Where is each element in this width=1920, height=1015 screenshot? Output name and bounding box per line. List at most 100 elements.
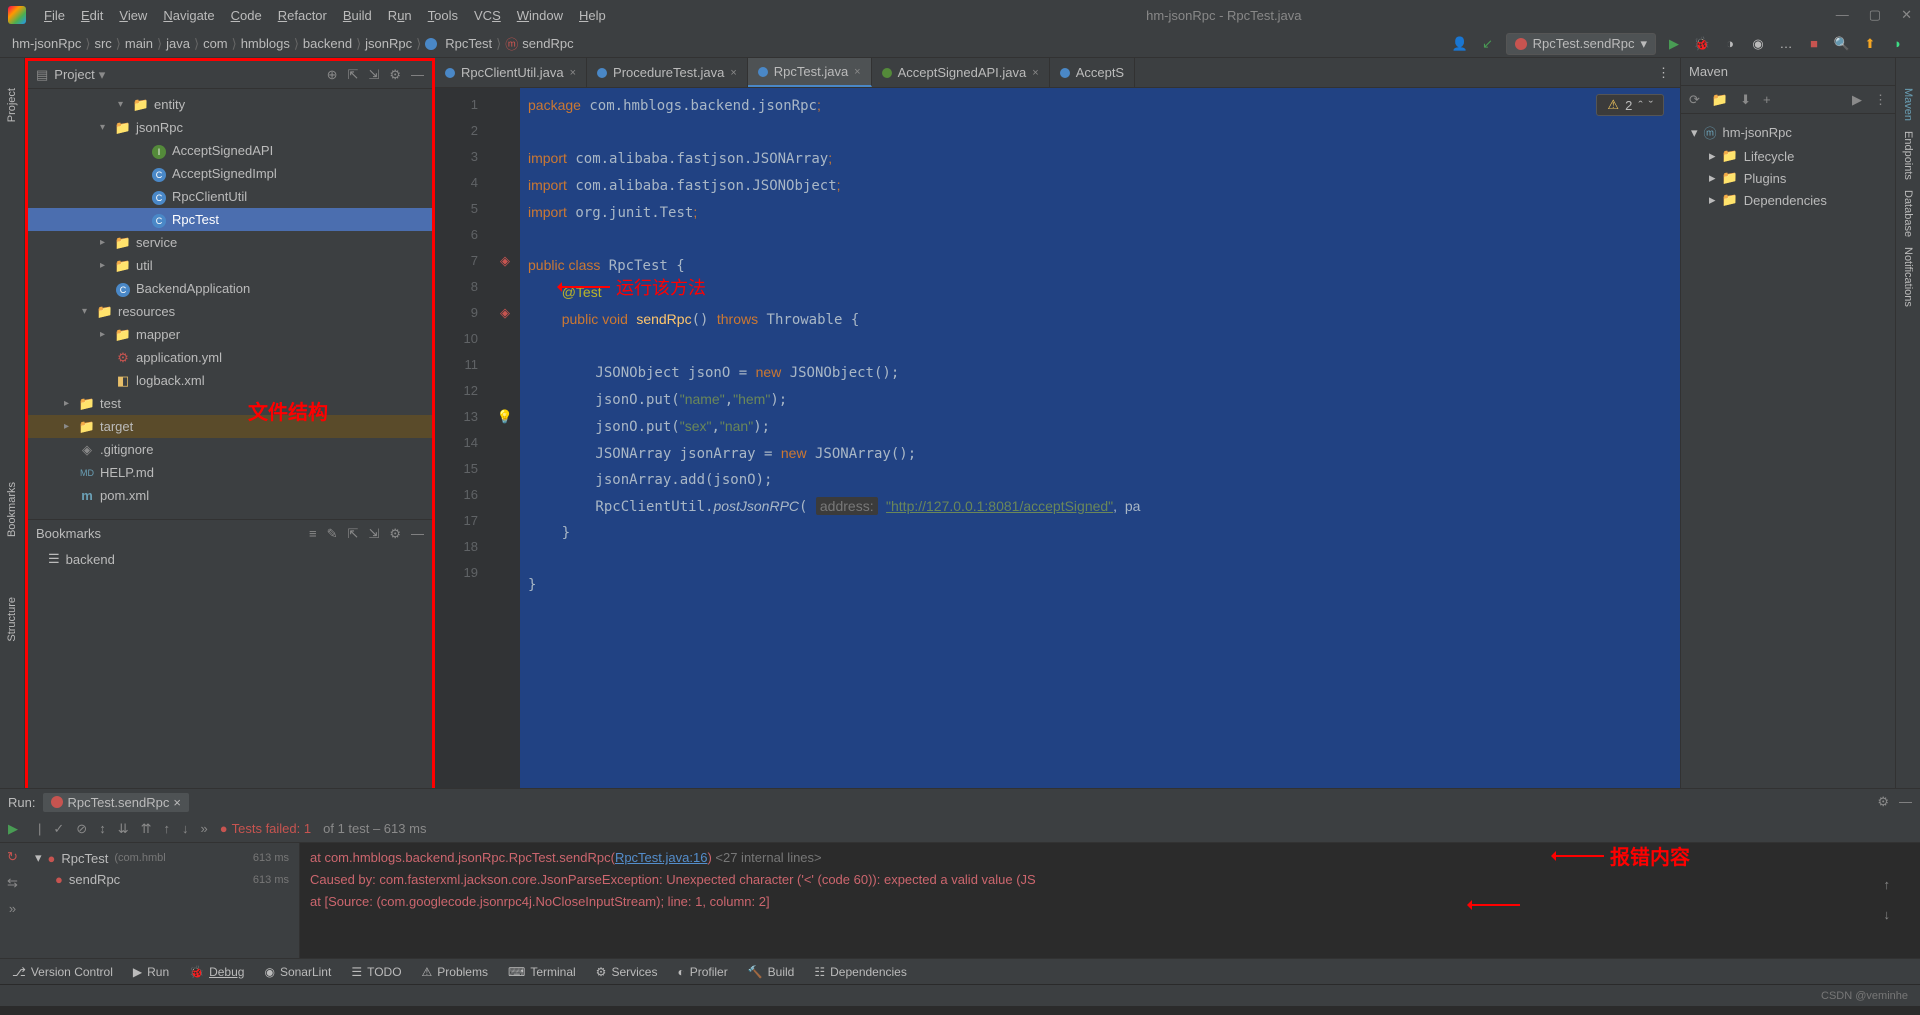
ide-update-icon[interactable]: ⬆	[1860, 34, 1880, 54]
run-method-icon[interactable]: ◈	[500, 305, 510, 321]
update-icon[interactable]: ↙	[1478, 34, 1498, 54]
profile-button[interactable]: ◉	[1748, 34, 1768, 54]
collapse-all-icon[interactable]: ⇲	[368, 67, 379, 83]
editor-tabs[interactable]: RpcClientUtil.java×ProcedureTest.java×Rp…	[435, 58, 1680, 88]
tree-item[interactable]: ◈.gitignore	[28, 438, 432, 461]
stripe-structure[interactable]: Structure	[6, 597, 18, 642]
menu-vcs[interactable]: VCS	[468, 6, 507, 25]
run-toolbar[interactable]: ▶ | ✓ ⊘ ↕ ⇊ ⇈ ↑ ↓ » ● Tests failed: 1 of…	[0, 815, 1920, 843]
expand-icon[interactable]: ⇱	[348, 526, 359, 542]
attach-button[interactable]: …	[1776, 34, 1796, 54]
add-icon[interactable]: +	[1763, 92, 1771, 107]
stripe-maven[interactable]: Maven	[1902, 88, 1914, 121]
show-ignored-icon[interactable]: ⊘	[76, 821, 87, 837]
editor-tab[interactable]: AcceptSignedAPI.java×	[872, 58, 1050, 87]
breadcrumb-item[interactable]: com	[203, 36, 228, 51]
menu-code[interactable]: Code	[225, 6, 268, 25]
select-opened-file-icon[interactable]: ⊕	[327, 67, 338, 83]
run-gutter[interactable]: ◈ ◈ 💡	[490, 88, 520, 788]
chevron-up-icon[interactable]: ˆ	[1638, 98, 1642, 113]
run-configuration-select[interactable]: RpcTest.sendRpc ▾	[1506, 33, 1656, 55]
scroll-up-icon[interactable]: ↑	[1884, 874, 1891, 896]
tree-item[interactable]: ▾📁jsonRpc	[28, 116, 432, 139]
tree-item[interactable]: mpom.xml	[28, 484, 432, 507]
close-icon[interactable]: ✕	[1901, 7, 1912, 23]
hide-icon[interactable]: —	[411, 526, 424, 542]
more-icon[interactable]: ⋮	[1874, 92, 1887, 108]
bulb-icon[interactable]: 💡	[497, 409, 513, 425]
more-tabs-icon[interactable]: ⋮	[1647, 65, 1680, 81]
reload-icon[interactable]: ⟳	[1689, 92, 1700, 108]
menu-file[interactable]: File	[38, 6, 71, 25]
bottom-tab-dependencies[interactable]: ☷Dependencies	[814, 965, 907, 979]
right-tool-stripe[interactable]: Maven Endpoints Database Notifications	[1895, 58, 1920, 788]
test-class-node[interactable]: ▾● RpcTest(com.hmbl 613 ms	[29, 847, 295, 869]
chevron-down-icon[interactable]: ˇ	[1649, 98, 1653, 113]
coverage-button[interactable]: ◑	[1720, 34, 1740, 54]
tree-item[interactable]: ⚙application.yml	[28, 346, 432, 369]
run-tab[interactable]: RpcTest.sendRpc ×	[43, 793, 188, 812]
stripe-bookmarks[interactable]: Bookmarks	[6, 482, 18, 537]
download-icon[interactable]: ⬇	[1740, 92, 1751, 108]
bottom-tab-version-control[interactable]: ⎇Version Control	[12, 965, 113, 979]
scroll-down-icon[interactable]: ↓	[1884, 904, 1891, 926]
code-editor[interactable]: 12345678910111213141516171819 ◈ ◈ 💡 pack…	[435, 88, 1680, 788]
pencil-icon[interactable]: ✎	[327, 526, 338, 542]
breadcrumb-item[interactable]: sendRpc	[522, 36, 573, 51]
gear-icon[interactable]: ⚙	[389, 67, 401, 83]
run-class-icon[interactable]: ◈	[500, 253, 510, 269]
bottom-tool-stripe[interactable]: ⎇Version Control▶Run🐞Debug◉SonarLint☰TOD…	[0, 958, 1920, 984]
debug-button[interactable]: 🐞	[1692, 34, 1712, 54]
stripe-endpoints[interactable]: Endpoints	[1902, 131, 1914, 180]
main-menu[interactable]: File Edit View Navigate Code Refactor Bu…	[38, 6, 612, 25]
sort-icon[interactable]: ↕	[99, 821, 106, 836]
tree-item[interactable]: ▸📁mapper	[28, 323, 432, 346]
run-left-toolbar[interactable]: ↻ ⇆ »	[0, 843, 25, 958]
breadcrumb-item[interactable]: backend	[303, 36, 352, 51]
inspection-widget[interactable]: ⚠ 2 ˆ ˇ	[1596, 94, 1664, 116]
menu-help[interactable]: Help	[573, 6, 612, 25]
bookmark-item[interactable]: ☰ backend	[28, 547, 432, 571]
menu-build[interactable]: Build	[337, 6, 378, 25]
stop-button[interactable]: ■	[1804, 34, 1824, 54]
tree-item[interactable]: ▾📁entity	[28, 93, 432, 116]
editor-tab[interactable]: RpcClientUtil.java×	[435, 58, 587, 87]
run-icon[interactable]: ▶	[1852, 92, 1862, 108]
tree-item[interactable]: ▸📁util	[28, 254, 432, 277]
menu-view[interactable]: View	[113, 6, 153, 25]
show-passed-icon[interactable]: ✓	[53, 821, 64, 837]
stripe-notifications[interactable]: Notifications	[1902, 247, 1914, 307]
bottom-tab-services[interactable]: ⚙Services	[596, 965, 658, 979]
maven-plugins[interactable]: ▸📁Plugins	[1687, 167, 1889, 189]
menu-tools[interactable]: Tools	[422, 6, 464, 25]
toggle-icon[interactable]: ⇆	[7, 875, 18, 891]
minimize-icon[interactable]: —	[1836, 7, 1849, 23]
maven-lifecycle[interactable]: ▸📁Lifecycle	[1687, 145, 1889, 167]
rerun-failed-icon[interactable]: ↻	[7, 849, 18, 865]
tree-item[interactable]: CAcceptSignedImpl	[28, 162, 432, 185]
editor-tab[interactable]: ProcedureTest.java×	[587, 58, 748, 87]
maven-toolbar[interactable]: ⟳ 📁 ⬇ + ▶ ⋮	[1681, 86, 1895, 114]
bottom-tab-profiler[interactable]: ◐Profiler	[677, 965, 727, 979]
bottom-tab-sonarlint[interactable]: ◉SonarLint	[264, 965, 331, 979]
editor-tab[interactable]: RpcTest.java×	[748, 58, 872, 87]
stripe-project[interactable]: Project	[6, 88, 18, 122]
close-tab-icon[interactable]: ×	[854, 66, 860, 78]
bottom-tab-terminal[interactable]: ⌨Terminal	[508, 965, 576, 979]
menu-edit[interactable]: Edit	[75, 6, 109, 25]
project-tree[interactable]: ▾📁entity▾📁jsonRpcIAcceptSignedAPICAccept…	[28, 89, 432, 519]
generate-icon[interactable]: 📁	[1712, 92, 1728, 108]
tree-item[interactable]: CRpcClientUtil	[28, 185, 432, 208]
run-button[interactable]: ▶	[1664, 34, 1684, 54]
prev-icon[interactable]: ↑	[164, 821, 171, 836]
collapse-icon[interactable]: ⇲	[368, 526, 379, 542]
tree-item[interactable]: IAcceptSignedAPI	[28, 139, 432, 162]
menu-run[interactable]: Run	[382, 6, 418, 25]
edit-icon[interactable]: ≡	[309, 526, 317, 542]
bottom-tab-todo[interactable]: ☰TODO	[351, 965, 401, 979]
breadcrumb-item[interactable]: java	[166, 36, 190, 51]
test-tree[interactable]: ▾● RpcTest(com.hmbl 613 ms ● sendRpc 613…	[25, 843, 300, 958]
maven-tree[interactable]: ▾ⓜhm-jsonRpc ▸📁Lifecycle ▸📁Plugins ▸📁Dep…	[1681, 114, 1895, 217]
gear-icon[interactable]: ⚙	[1877, 794, 1889, 810]
maven-root[interactable]: ▾ⓜhm-jsonRpc	[1687, 120, 1889, 145]
